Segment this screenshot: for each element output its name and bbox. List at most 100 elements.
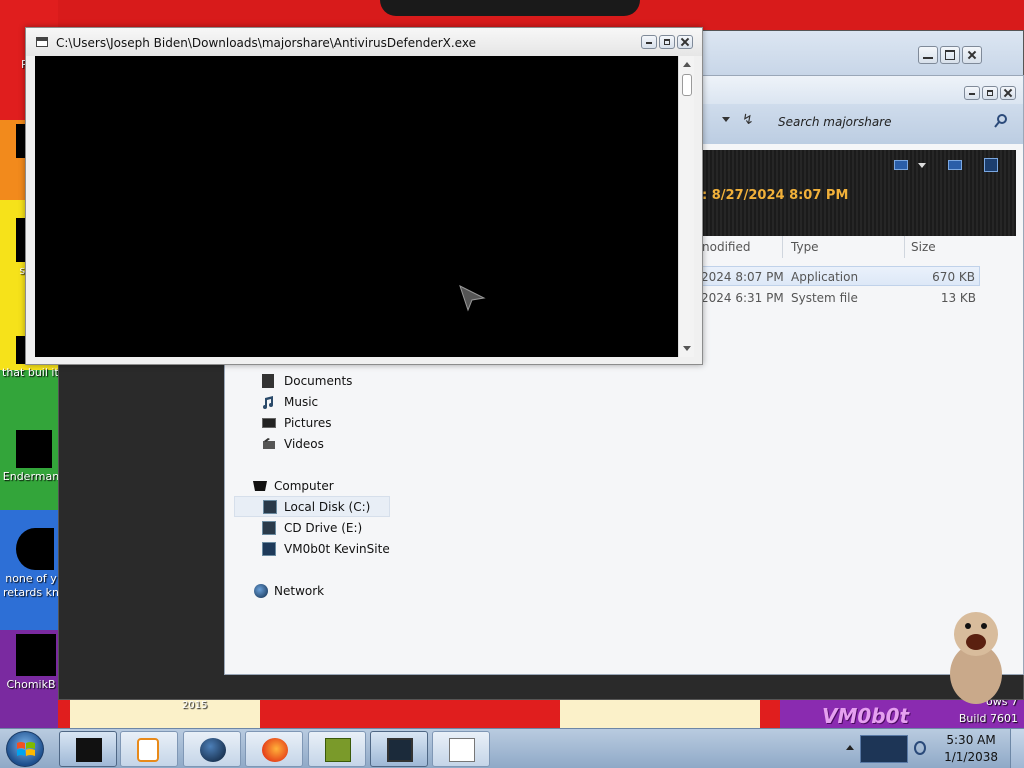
taskbar-button-control-panel[interactable]	[432, 731, 490, 767]
nav-item-label: Videos	[284, 437, 324, 451]
table-row[interactable]: 2024 8:07 PM Application 670 KB	[700, 266, 980, 286]
nav-item-cd-drive[interactable]: CD Drive (E:)	[262, 518, 418, 539]
maximize-button[interactable]	[940, 46, 960, 64]
clock[interactable]: 5:30 AM 1/1/2038	[944, 732, 998, 766]
file-type: System file	[791, 291, 858, 305]
desktop-icon-label: that buil its	[2, 366, 60, 379]
network-tray-icon[interactable]	[860, 735, 908, 763]
volume-icon[interactable]	[914, 741, 926, 755]
view-dropdown-icon[interactable]	[918, 163, 926, 168]
explorer-inner-window-controls	[964, 86, 1016, 100]
column-separator[interactable]	[782, 236, 783, 258]
cd-drive-icon	[262, 521, 276, 535]
nav-item-documents[interactable]: Documents	[262, 371, 418, 392]
taskbar-button-terminal[interactable]	[59, 731, 117, 767]
minimize-button[interactable]	[641, 35, 657, 49]
console-window[interactable]: C:\Users\Joseph Biden\Downloads\majorsha…	[25, 27, 703, 365]
file-type: Application	[791, 270, 859, 284]
close-button[interactable]	[962, 46, 982, 64]
preview-pane-icon[interactable]	[948, 160, 962, 170]
enderman-icon	[16, 430, 52, 468]
taskbar-button-firefox[interactable]	[245, 731, 303, 767]
console-scrollbar[interactable]	[678, 56, 694, 357]
file-modified: 2024 6:31 PM	[701, 291, 784, 305]
nav-item-pictures[interactable]: Pictures	[262, 413, 418, 434]
hamster-mascot	[944, 604, 1006, 704]
drive-icon	[263, 500, 277, 514]
console-app-icon[interactable]	[36, 37, 48, 47]
scroll-thumb[interactable]	[682, 74, 692, 96]
desktop-icon-label: ChomikB	[6, 678, 56, 691]
minimize-button[interactable]	[918, 46, 938, 64]
search-icon[interactable]	[994, 113, 1008, 132]
refresh-icon[interactable]: ↯	[742, 112, 754, 128]
explorer-outer-window-controls	[918, 46, 982, 64]
network-drive-icon	[262, 542, 276, 556]
start-button[interactable]	[6, 731, 44, 767]
desktop-icon-label: retards kn	[3, 586, 59, 599]
mouse-cursor-icon	[458, 284, 486, 312]
nav-item-label: Local Disk (C:)	[284, 500, 371, 514]
close-button[interactable]	[677, 35, 693, 49]
taskbar-button-media[interactable]	[120, 731, 178, 767]
nav-item-local-disk[interactable]: Local Disk (C:)	[234, 496, 390, 517]
desktop-icon-none-of[interactable]: none of y retards kn	[2, 528, 60, 600]
taskbar: 5:30 AM 1/1/2038	[0, 728, 1024, 768]
show-hidden-icons-icon[interactable]	[846, 745, 854, 750]
desktop-icon-label: Enderman	[2, 470, 60, 483]
desktop-icon-enderman[interactable]: Enderman	[2, 430, 60, 484]
computer-icon	[252, 479, 267, 493]
console-window-controls	[641, 35, 693, 49]
clock-time: 5:30 AM	[946, 733, 996, 747]
scroll-up-arrow-icon[interactable]	[683, 62, 691, 67]
firefox-icon	[262, 738, 288, 762]
console-titlebar[interactable]: C:\Users\Joseph Biden\Downloads\majorsha…	[26, 28, 702, 56]
nav-item-label: Music	[284, 395, 319, 409]
close-button[interactable]	[1000, 86, 1016, 100]
date-modified-banner: : 8/27/2024 8:07 PM	[702, 188, 849, 203]
wallpaper-year: 2015	[182, 700, 208, 711]
table-row[interactable]: 2024 6:31 PM System file 13 KB	[700, 288, 980, 308]
nav-item-label: Documents	[284, 374, 353, 388]
network-icon	[254, 584, 268, 598]
console-title: C:\Users\Joseph Biden\Downloads\majorsha…	[56, 36, 476, 50]
column-header-type[interactable]: Type	[791, 240, 819, 254]
desktop-icon-chomik[interactable]: ChomikB	[2, 634, 60, 692]
chomik-icon	[16, 634, 56, 676]
wallpaper-cream-left	[70, 700, 260, 728]
desktop-icon-label: none of y	[5, 572, 57, 585]
column-header-size[interactable]: Size	[911, 240, 936, 254]
taskbar-button-chomik-box[interactable]	[308, 731, 366, 767]
taskbar-button-globe[interactable]	[183, 731, 241, 767]
nav-item-label: Computer	[274, 479, 334, 493]
nav-item-videos[interactable]: Videos	[262, 434, 418, 455]
videos-icon	[262, 437, 276, 451]
column-separator[interactable]	[904, 236, 905, 258]
maximize-button[interactable]	[982, 86, 998, 100]
nav-item-network-drive[interactable]: VM0b0t KevinSite	[262, 539, 418, 560]
wallpaper-build: Build 7601	[958, 712, 1018, 725]
address-dropdown-icon[interactable]	[722, 117, 730, 122]
nav-item-music[interactable]: Music	[262, 392, 418, 413]
globe-icon	[200, 738, 226, 762]
column-header-modified[interactable]: nodified	[702, 240, 750, 254]
view-icon[interactable]	[894, 160, 908, 170]
nav-item-label: Pictures	[284, 416, 332, 430]
console-output[interactable]	[35, 56, 678, 357]
maximize-button[interactable]	[659, 35, 675, 49]
nav-item-network[interactable]: Network	[252, 581, 408, 602]
scroll-down-arrow-icon[interactable]	[683, 346, 691, 351]
show-desktop-button[interactable]	[1010, 729, 1024, 768]
taskbar-button-monitor[interactable]	[370, 731, 428, 767]
minimize-button[interactable]	[964, 86, 980, 100]
opera-icon	[16, 528, 54, 570]
terminal-icon	[76, 738, 102, 762]
help-icon[interactable]	[984, 158, 998, 172]
chomik-box-icon	[325, 738, 351, 762]
nav-item-computer[interactable]: Computer	[252, 476, 408, 497]
clock-date: 1/1/2038	[944, 750, 998, 764]
system-tray: 5:30 AM 1/1/2038	[840, 729, 1024, 768]
media-player-icon	[137, 738, 159, 762]
wallpaper-cream-right	[560, 700, 760, 728]
search-input[interactable]: Search majorshare	[770, 112, 1018, 134]
